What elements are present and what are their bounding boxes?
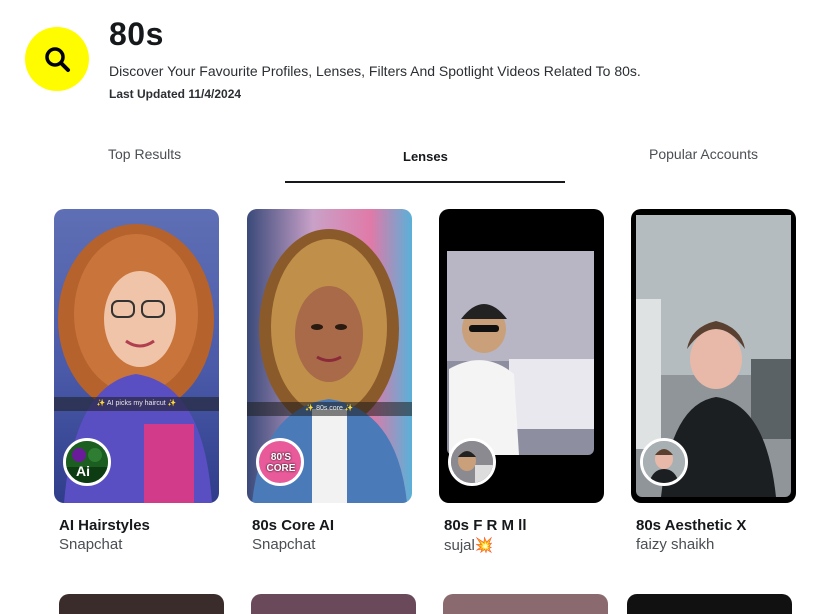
page-subtitle: Discover Your Favourite Profiles, Lenses… — [109, 63, 641, 79]
avatar-label: Ai — [76, 463, 90, 479]
lens-card[interactable]: 80s Aesthetic X faizy shaikh — [631, 209, 796, 553]
lens-card[interactable]: 80s F R M ll sujal💥 — [439, 209, 604, 554]
lens-card[interactable]: ✨ 80s core ✨ 80'S CORE 80s Core AI Snapc… — [247, 209, 412, 553]
avatar-image — [643, 441, 685, 483]
creator-avatar[interactable]: Ai — [63, 438, 111, 486]
lens-thumbnail[interactable]: ✨ 80s core ✨ 80'S CORE — [247, 209, 412, 503]
lens-creator[interactable]: Snapchat — [59, 536, 122, 553]
lens-creator[interactable]: sujal💥 — [444, 536, 494, 554]
last-updated: Last Updated 11/4/2024 — [109, 87, 242, 101]
lens-card[interactable]: ✨ AI picks my haircut ✨ Ai AI Hairstyles… — [54, 209, 219, 553]
lens-thumbnail[interactable] — [631, 209, 796, 503]
lens-name[interactable]: 80s Core AI — [252, 517, 334, 534]
avatar-image — [451, 441, 493, 483]
lens-name[interactable]: 80s Aesthetic X — [636, 517, 746, 534]
tab-top-results[interactable]: Top Results — [108, 146, 181, 162]
creator-avatar[interactable]: 80'S CORE — [256, 438, 304, 486]
creator-avatar[interactable] — [640, 438, 688, 486]
lens-thumbnail-next-row[interactable] — [251, 594, 416, 614]
page-title: 80s — [109, 16, 164, 52]
creator-avatar[interactable] — [448, 438, 496, 486]
lens-caption: ✨ AI picks my haircut ✨ — [54, 397, 219, 411]
lens-thumbnail-next-row[interactable] — [59, 594, 224, 614]
lens-thumbnail[interactable]: ✨ AI picks my haircut ✨ Ai — [54, 209, 219, 503]
lens-creator[interactable]: Snapchat — [252, 536, 315, 553]
lens-thumbnail-next-row[interactable] — [627, 594, 792, 614]
tab-lenses[interactable]: Lenses — [403, 149, 448, 164]
lens-caption: ✨ 80s core ✨ — [247, 402, 412, 416]
search-badge[interactable] — [25, 27, 89, 91]
tab-bar: Top Results Lenses Popular Accounts — [0, 130, 833, 184]
avatar-label: 80'S CORE — [266, 452, 296, 474]
search-icon — [45, 47, 70, 72]
lens-thumbnail[interactable] — [439, 209, 604, 503]
active-tab-indicator — [285, 181, 565, 183]
lens-thumbnail-next-row[interactable] — [443, 594, 608, 614]
tab-popular-accounts[interactable]: Popular Accounts — [649, 146, 758, 162]
lens-creator[interactable]: faizy shaikh — [636, 536, 714, 553]
lens-name[interactable]: AI Hairstyles — [59, 517, 150, 534]
lens-name[interactable]: 80s F R M ll — [444, 517, 527, 534]
